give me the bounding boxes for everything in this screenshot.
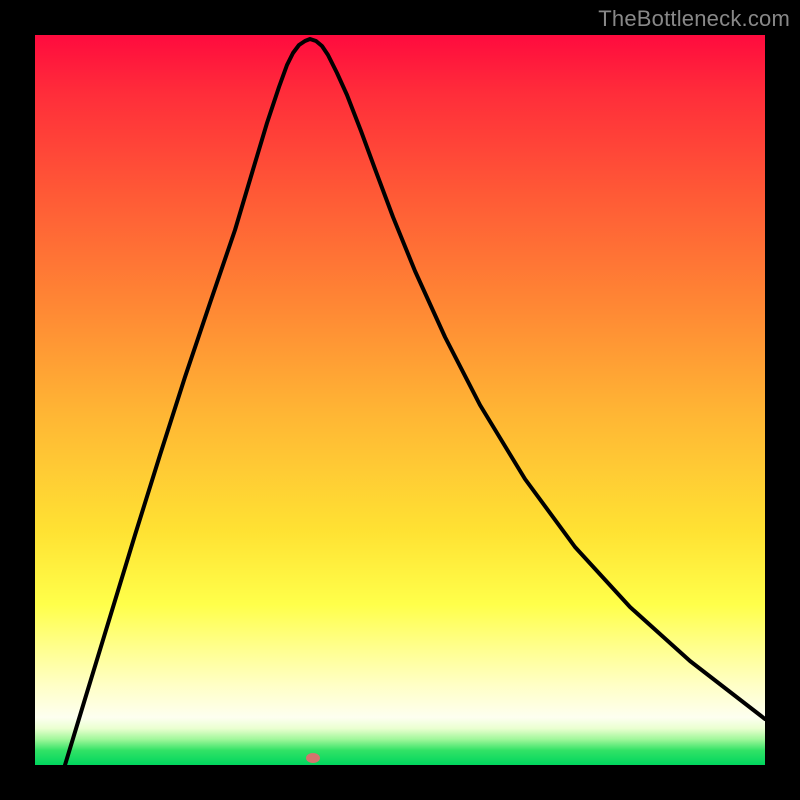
bottleneck-curve xyxy=(65,39,765,765)
plot-area xyxy=(35,35,765,765)
minimum-marker xyxy=(306,753,320,763)
curve-svg xyxy=(35,35,765,765)
outer-frame: TheBottleneck.com xyxy=(0,0,800,800)
watermark-text: TheBottleneck.com xyxy=(598,6,790,32)
